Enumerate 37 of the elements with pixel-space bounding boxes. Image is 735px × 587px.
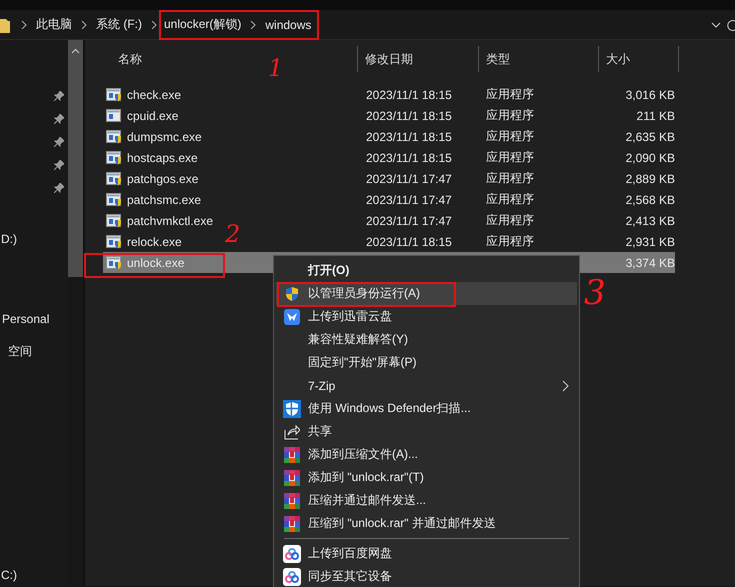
file-name: patchgos.exe <box>127 172 198 186</box>
file-size: 3,374 KB <box>626 256 675 270</box>
file-type: 应用程序 <box>486 149 534 166</box>
annotation-number: 1 <box>268 56 284 80</box>
file-size: 2,931 KB <box>626 234 675 248</box>
file-type: 应用程序 <box>486 170 534 187</box>
modified-date: 2023/11/1 18:15 <box>366 234 452 248</box>
file-type: 应用程序 <box>486 128 534 145</box>
file-name: check.exe <box>127 88 182 102</box>
annotation-number: 3 <box>584 276 606 310</box>
file-name: patchsmc.exe <box>127 192 202 206</box>
modified-date: 2023/11/1 18:15 <box>366 130 452 144</box>
file-name: patchvmkctl.exe <box>127 214 214 228</box>
file-size: 2,635 KB <box>626 130 675 144</box>
file-name: cpuid.exe <box>127 108 178 122</box>
modified-date: 2023/11/1 18:15 <box>366 150 452 164</box>
file-name: dumpsmc.exe <box>127 130 202 144</box>
modified-date: 2023/11/1 17:47 <box>366 192 452 206</box>
file-size: 2,090 KB <box>626 150 675 164</box>
file-size: 2,568 KB <box>626 192 675 206</box>
file-type: 应用程序 <box>486 107 534 124</box>
file-name: unlock.exe <box>127 256 184 270</box>
annotation-number: 2 <box>225 222 240 246</box>
file-type: 应用程序 <box>486 212 534 229</box>
modified-date: 2023/11/1 17:47 <box>366 214 452 228</box>
file-type: 应用程序 <box>486 191 534 208</box>
file-type: 应用程序 <box>486 233 534 250</box>
file-name: hostcaps.exe <box>127 150 198 164</box>
file-name: relock.exe <box>127 234 182 248</box>
modified-date: 2023/11/1 18:15 <box>366 108 452 122</box>
modified-date: 2023/11/1 18:15 <box>366 88 452 102</box>
modified-date: 2023/11/1 17:47 <box>366 172 452 186</box>
file-size: 2,413 KB <box>626 214 675 228</box>
file-type: 应用程序 <box>486 86 534 103</box>
file-size: 211 KB <box>636 108 675 122</box>
file-size: 3,016 KB <box>626 88 675 102</box>
file-size: 2,889 KB <box>626 172 675 186</box>
